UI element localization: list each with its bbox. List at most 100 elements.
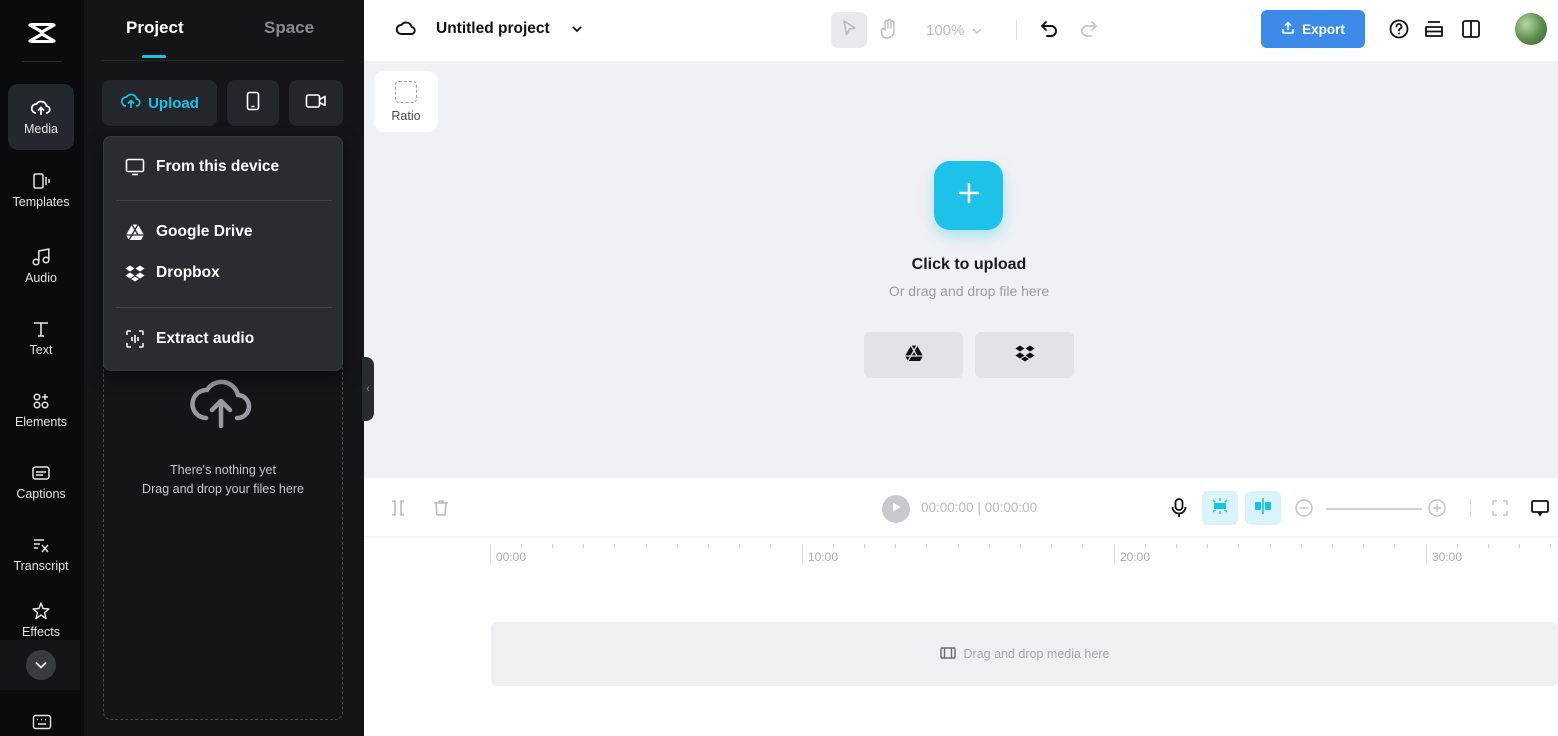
ruler-tick <box>1176 544 1177 548</box>
toolbar-divider <box>1470 499 1471 517</box>
capcut-logo[interactable] <box>22 16 62 50</box>
rail-item-templates[interactable]: Templates <box>8 157 74 223</box>
film-strip-icon <box>939 646 956 663</box>
export-label: Export <box>1302 21 1345 37</box>
help-icon[interactable] <box>1388 18 1410 40</box>
upload-label: Upload <box>148 94 199 112</box>
ruler-tick <box>708 544 709 548</box>
chevron-down-icon[interactable] <box>570 22 584 36</box>
fit-timeline-icon[interactable] <box>1490 498 1510 518</box>
left-rail: Media Templates Audio Text Elements Capt… <box>0 0 84 736</box>
auto-snap-toggle[interactable] <box>1202 491 1238 525</box>
chevron-left-icon: ‹ <box>366 383 370 395</box>
rail-item-transcript[interactable]: Transcript <box>8 521 74 587</box>
keyboard-shortcuts-icon[interactable] <box>30 711 54 733</box>
rail-label: Transcript <box>13 559 69 573</box>
zoom-in-icon[interactable] <box>1427 498 1447 518</box>
play-button[interactable] <box>882 495 910 523</box>
zoom-level[interactable]: 100% <box>926 22 964 39</box>
tab-divider <box>102 60 344 61</box>
rail-item-text[interactable]: Text <box>8 305 74 371</box>
phone-upload-button[interactable] <box>227 80 279 126</box>
ruler-tick <box>989 544 990 548</box>
rail-label: Templates <box>12 195 70 209</box>
rail-item-media[interactable]: Media <box>8 84 74 150</box>
rail-item-captions[interactable]: Captions <box>8 449 74 515</box>
cloud-save-icon[interactable] <box>395 19 417 39</box>
upload-button[interactable]: Upload <box>102 80 217 126</box>
ruler-tick <box>833 544 834 548</box>
cloud-upload-icon <box>188 372 254 432</box>
text-t-icon <box>31 319 51 339</box>
split-icon[interactable] <box>388 498 408 518</box>
ruler-tick <box>926 544 927 548</box>
chevron-down-icon[interactable] <box>971 24 983 36</box>
dropbox-button[interactable] <box>975 332 1074 378</box>
ruler-tick <box>490 544 491 564</box>
ratio-button[interactable]: Ratio <box>374 71 438 132</box>
ruler-tick <box>1145 544 1146 548</box>
media-upload-icon <box>31 98 51 118</box>
ruler-tick <box>1207 544 1208 548</box>
rail-label: Effects <box>22 625 60 639</box>
time-separator: | <box>977 500 985 515</box>
track-placeholder-text: Drag and drop media here <box>963 647 1110 661</box>
menu-item-extract-audio[interactable]: Extract audio <box>104 319 342 359</box>
layers-icon[interactable] <box>1423 18 1445 40</box>
tab-project[interactable]: Project <box>126 18 184 38</box>
rail-label: Media <box>23 122 59 136</box>
comment-icon[interactable] <box>1530 498 1550 518</box>
ruler-label: 20:00 <box>1120 550 1151 564</box>
microphone-icon[interactable] <box>1169 498 1189 518</box>
menu-item-google-drive[interactable]: Google Drive <box>104 212 342 252</box>
total-time: 00:00:00 <box>984 500 1038 515</box>
menu-item-label: Google Drive <box>156 223 253 240</box>
magnet-icon <box>1210 497 1230 520</box>
click-to-upload-button[interactable] <box>934 161 1003 230</box>
trash-icon[interactable] <box>431 498 451 518</box>
extract-audio-icon <box>124 328 146 350</box>
rail-item-audio[interactable]: Audio <box>8 233 74 299</box>
rail-item-elements[interactable]: Elements <box>8 377 74 443</box>
export-button[interactable]: Export <box>1261 10 1365 48</box>
chevron-down-icon <box>35 656 47 674</box>
ruler-tick <box>1394 544 1395 548</box>
ruler-label: 00:00 <box>496 550 527 564</box>
zoom-out-icon[interactable] <box>1294 498 1314 518</box>
project-title[interactable]: Untitled project <box>436 20 550 38</box>
panel-layout-icon[interactable] <box>1460 18 1482 40</box>
upload-title[interactable]: Click to upload <box>820 256 1118 274</box>
ruler-tick <box>958 544 959 548</box>
record-button[interactable] <box>289 80 343 126</box>
ruler-tick <box>1114 544 1115 564</box>
split-link-icon <box>1253 497 1273 520</box>
ratio-label: Ratio <box>391 108 421 123</box>
menu-divider <box>116 307 332 308</box>
time-ruler[interactable]: 00:00 10:00 20:00 30:00 <box>490 538 1558 568</box>
select-tool-button[interactable] <box>831 12 867 48</box>
menu-item-dropbox[interactable]: Dropbox <box>104 253 342 293</box>
ruler-label: 10:00 <box>808 550 839 564</box>
toolbar-divider <box>1016 20 1017 40</box>
menu-divider <box>116 200 332 201</box>
ruler-tick <box>1051 544 1052 548</box>
active-tab-indicator <box>142 55 166 58</box>
undo-icon[interactable] <box>1038 18 1060 40</box>
menu-item-from-device[interactable]: From this device <box>104 147 342 187</box>
panel-collapse-handle[interactable]: ‹ <box>362 357 374 421</box>
main-track-dropzone[interactable]: Drag and drop media here <box>491 622 1558 686</box>
google-drive-icon <box>124 221 146 243</box>
redo-icon[interactable] <box>1078 18 1100 40</box>
google-drive-button[interactable] <box>864 332 963 378</box>
ruler-tick <box>1332 544 1333 548</box>
ruler-tick <box>770 544 771 548</box>
user-avatar[interactable] <box>1515 13 1547 45</box>
tab-space[interactable]: Space <box>264 18 314 38</box>
ruler-tick <box>1550 544 1551 548</box>
zoom-slider[interactable] <box>1326 508 1422 510</box>
linkage-toggle[interactable] <box>1245 491 1281 525</box>
google-drive-icon <box>904 344 924 367</box>
rail-expand-button[interactable] <box>26 650 56 680</box>
ruler-tick <box>895 544 896 548</box>
hand-tool-icon[interactable] <box>879 18 901 42</box>
